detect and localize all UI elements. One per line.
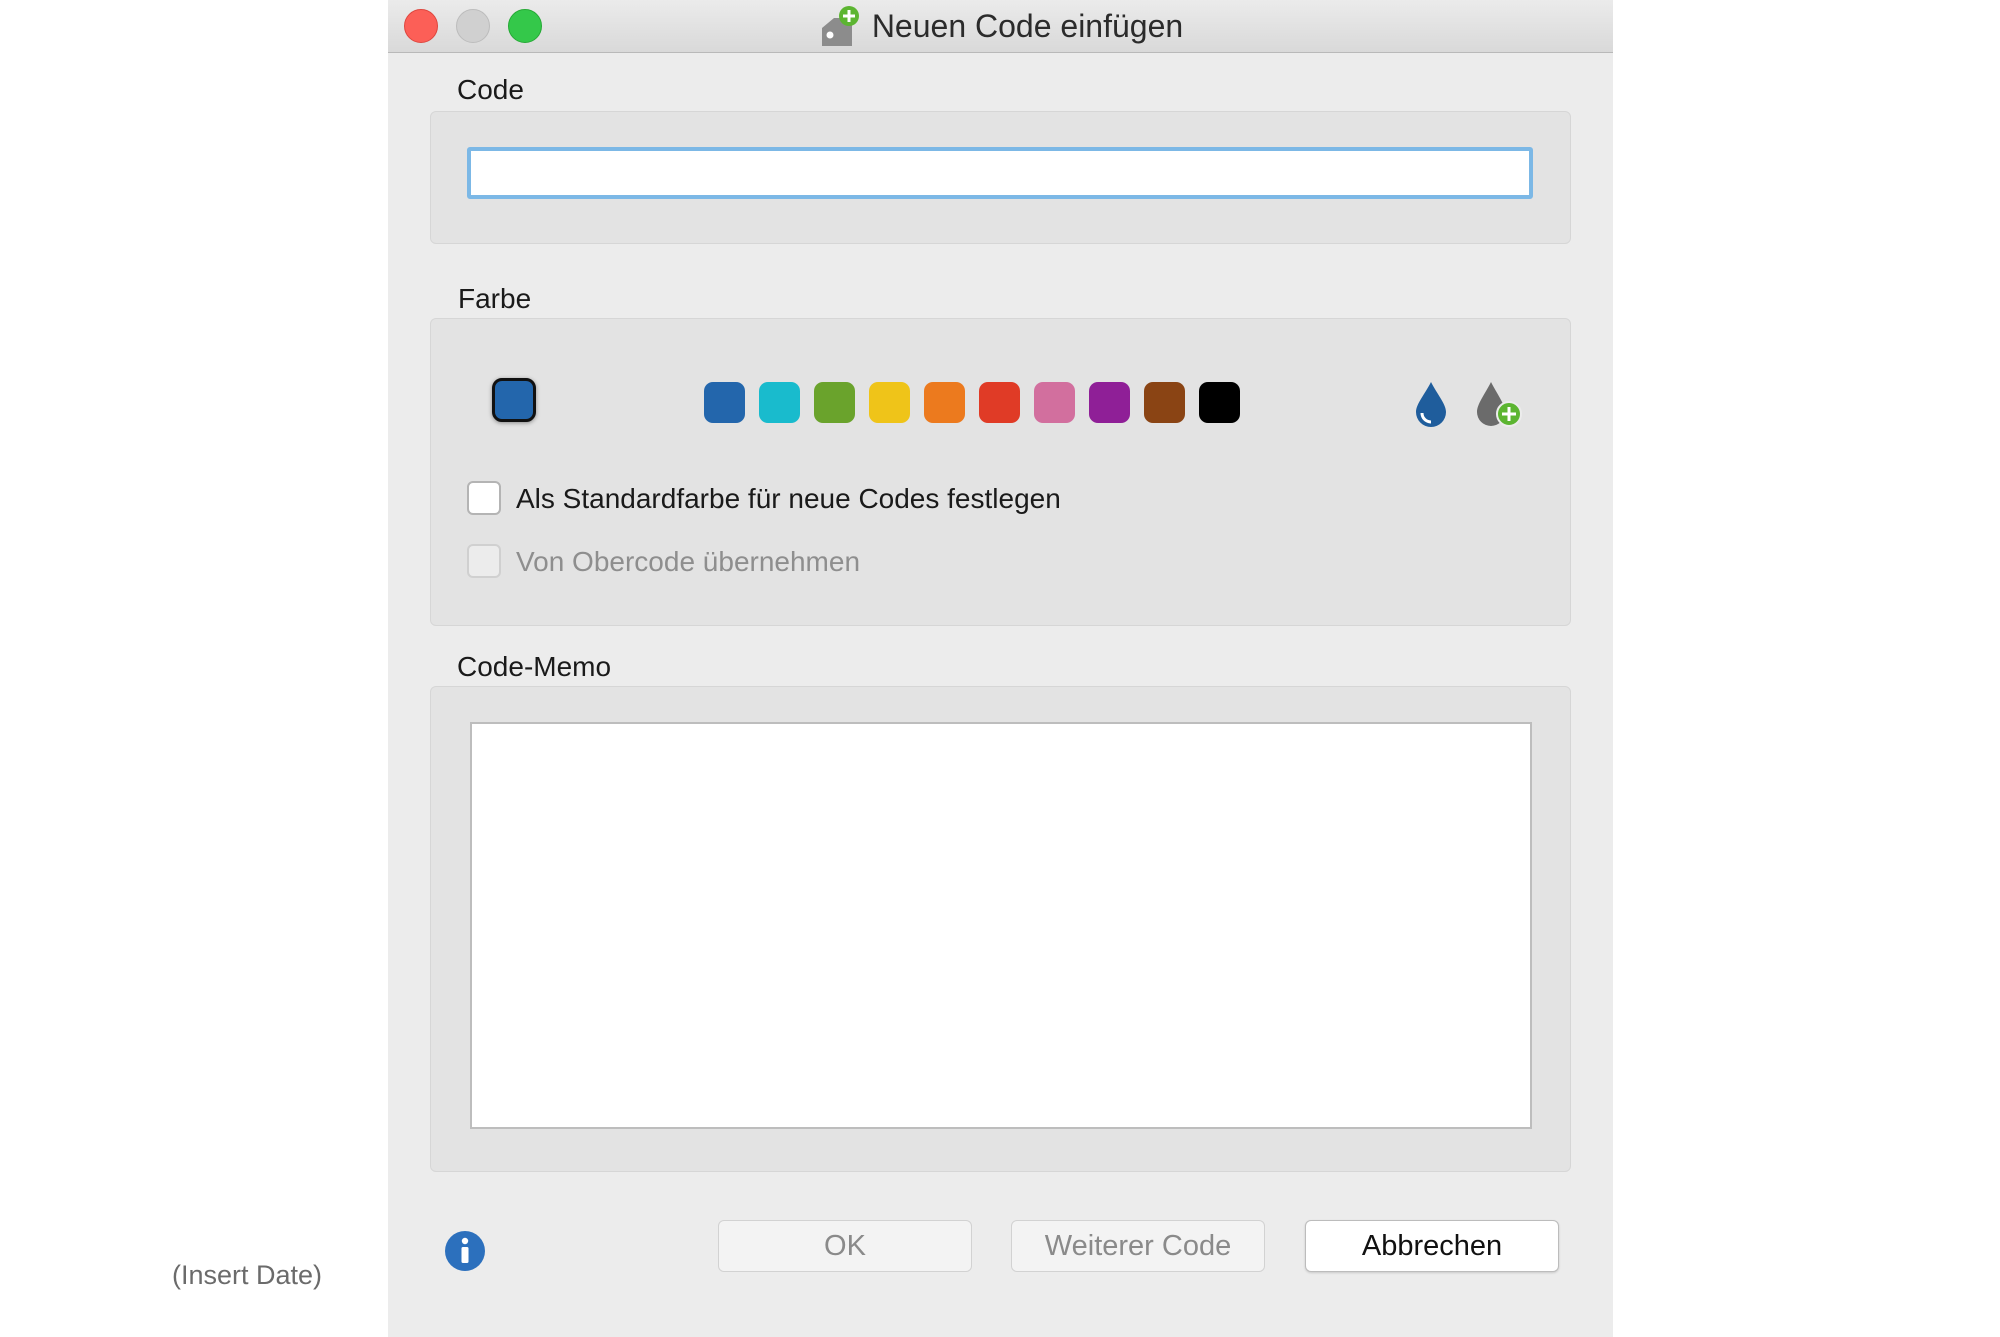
drop-add-icon[interactable] [1473, 380, 1523, 430]
code-section-label: Code [457, 74, 524, 105]
dialog-window: Neuen Code einfügen Code Farbe Als Stand… [388, 0, 1613, 1337]
next-code-button[interactable]: Weiterer Code [1011, 1220, 1265, 1272]
selected-color-swatch [492, 378, 536, 422]
memo-section-label: Code-Memo [457, 651, 612, 682]
inherit-color-checkbox-label: Von Obercode übernehmen [516, 546, 861, 577]
code-memo-textarea[interactable] [470, 722, 1532, 1129]
color-swatch-blue[interactable] [704, 382, 745, 423]
water-drop-icon[interactable] [1413, 380, 1449, 428]
info-icon[interactable] [444, 1230, 486, 1272]
color-swatch-black[interactable] [1199, 382, 1240, 423]
color-swatch-red[interactable] [979, 382, 1020, 423]
code-name-input[interactable] [467, 147, 1533, 199]
default-color-checkbox[interactable] [467, 481, 501, 515]
title-bar: Neuen Code einfügen [388, 0, 1613, 53]
color-swatch-green[interactable] [814, 382, 855, 423]
inherit-color-checkbox [467, 544, 501, 578]
color-swatch-orange[interactable] [924, 382, 965, 423]
window-title-group: Neuen Code einfügen [388, 0, 1613, 52]
color-swatch-cyan[interactable] [759, 382, 800, 423]
add-code-icon [821, 6, 859, 46]
ok-button[interactable]: OK [718, 1220, 972, 1272]
color-swatch-brown[interactable] [1144, 382, 1185, 423]
color-swatch-pink[interactable] [1034, 382, 1075, 423]
default-color-checkbox-label[interactable]: Als Standardfarbe für neue Codes festleg… [516, 483, 1061, 515]
color-panel [430, 318, 1571, 626]
color-swatch-yellow[interactable] [869, 382, 910, 423]
color-swatch-purple[interactable] [1089, 382, 1130, 423]
color-section-label: Farbe [458, 283, 532, 314]
insert-date-note: (Insert Date) [172, 1260, 323, 1290]
window-title: Neuen Code einfügen [871, 7, 1184, 44]
cancel-button[interactable]: Abbrechen [1305, 1220, 1559, 1272]
